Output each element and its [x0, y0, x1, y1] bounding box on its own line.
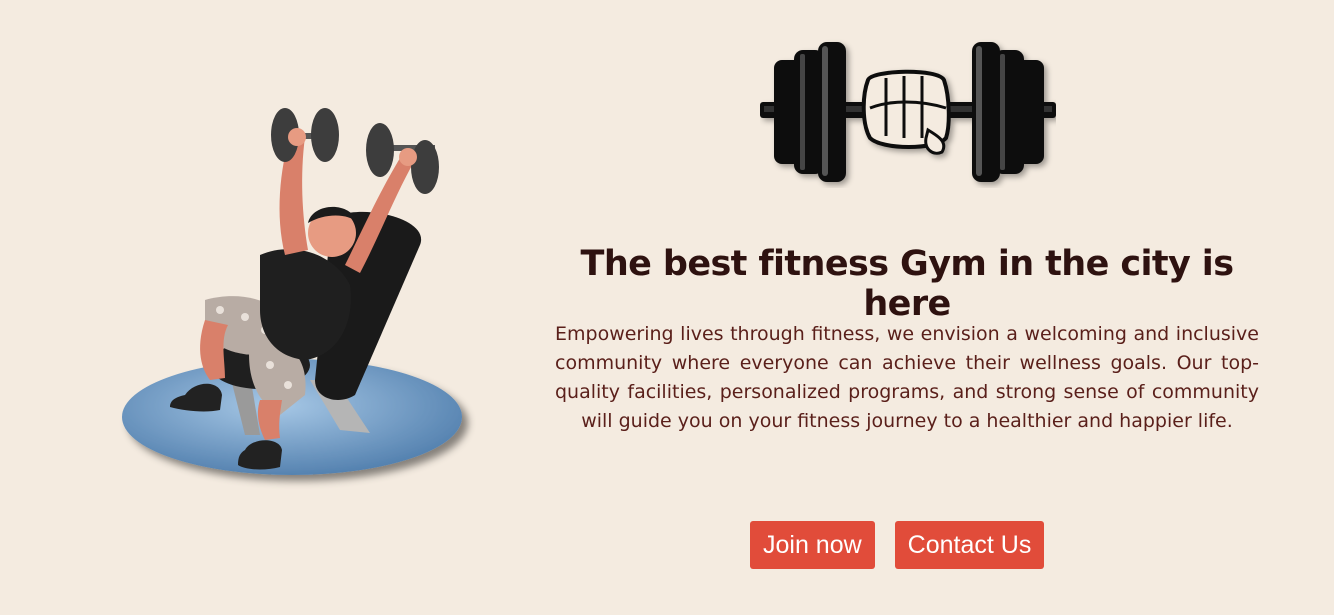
- hero-content: The best fitness Gym in the city is here…: [555, 0, 1259, 615]
- bench-press-illustration: [110, 95, 490, 495]
- hero-headline: The best fitness Gym in the city is here: [580, 244, 1234, 324]
- hero-description: Empowering lives through fitness, we env…: [555, 323, 1259, 432]
- contact-us-button[interactable]: Contact Us: [894, 521, 1045, 569]
- bench-press-person-icon: [122, 108, 462, 475]
- gym-logo: [760, 38, 1056, 188]
- cta-buttons: Join now Contact Us: [750, 521, 1045, 569]
- join-now-button[interactable]: Join now: [750, 521, 875, 569]
- dumbbell-fist-icon: [760, 42, 1056, 182]
